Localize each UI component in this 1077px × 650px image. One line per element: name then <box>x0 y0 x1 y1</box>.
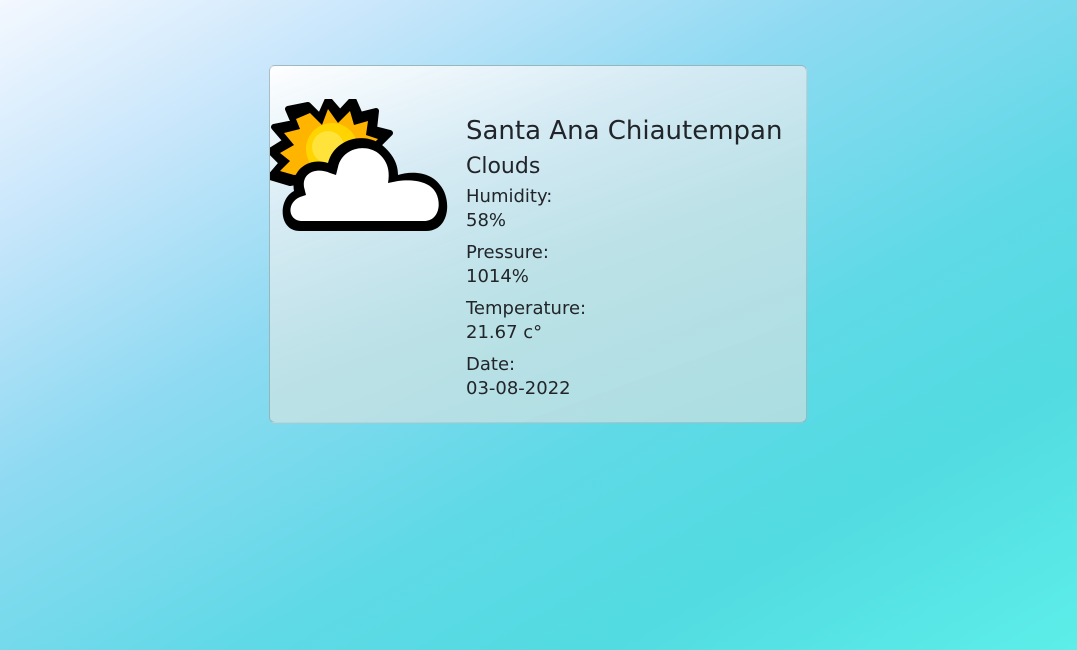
humidity-stat: Humidity: 58% <box>466 185 796 233</box>
humidity-label: Humidity: <box>466 186 553 207</box>
weather-condition: Clouds <box>466 154 541 179</box>
partly-cloudy-icon <box>270 99 448 231</box>
date-label: Date: <box>466 354 516 375</box>
pressure-value: 1014% <box>466 266 529 287</box>
date-value: 03-08-2022 <box>466 378 571 399</box>
date-stat: Date: 03-08-2022 <box>466 353 796 401</box>
humidity-value: 58% <box>466 210 507 231</box>
weather-info: Santa Ana Chiautempan Clouds Humidity: 5… <box>466 114 796 409</box>
temperature-stat: Temperature: 21.67 c° <box>466 297 796 345</box>
temperature-label: Temperature: <box>466 298 587 319</box>
pressure-stat: Pressure: 1014% <box>466 241 796 289</box>
pressure-label: Pressure: <box>466 242 549 263</box>
city-name: Santa Ana Chiautempan <box>466 116 783 146</box>
weather-card: Santa Ana Chiautempan Clouds Humidity: 5… <box>269 65 807 423</box>
temperature-value: 21.67 c° <box>466 322 543 343</box>
